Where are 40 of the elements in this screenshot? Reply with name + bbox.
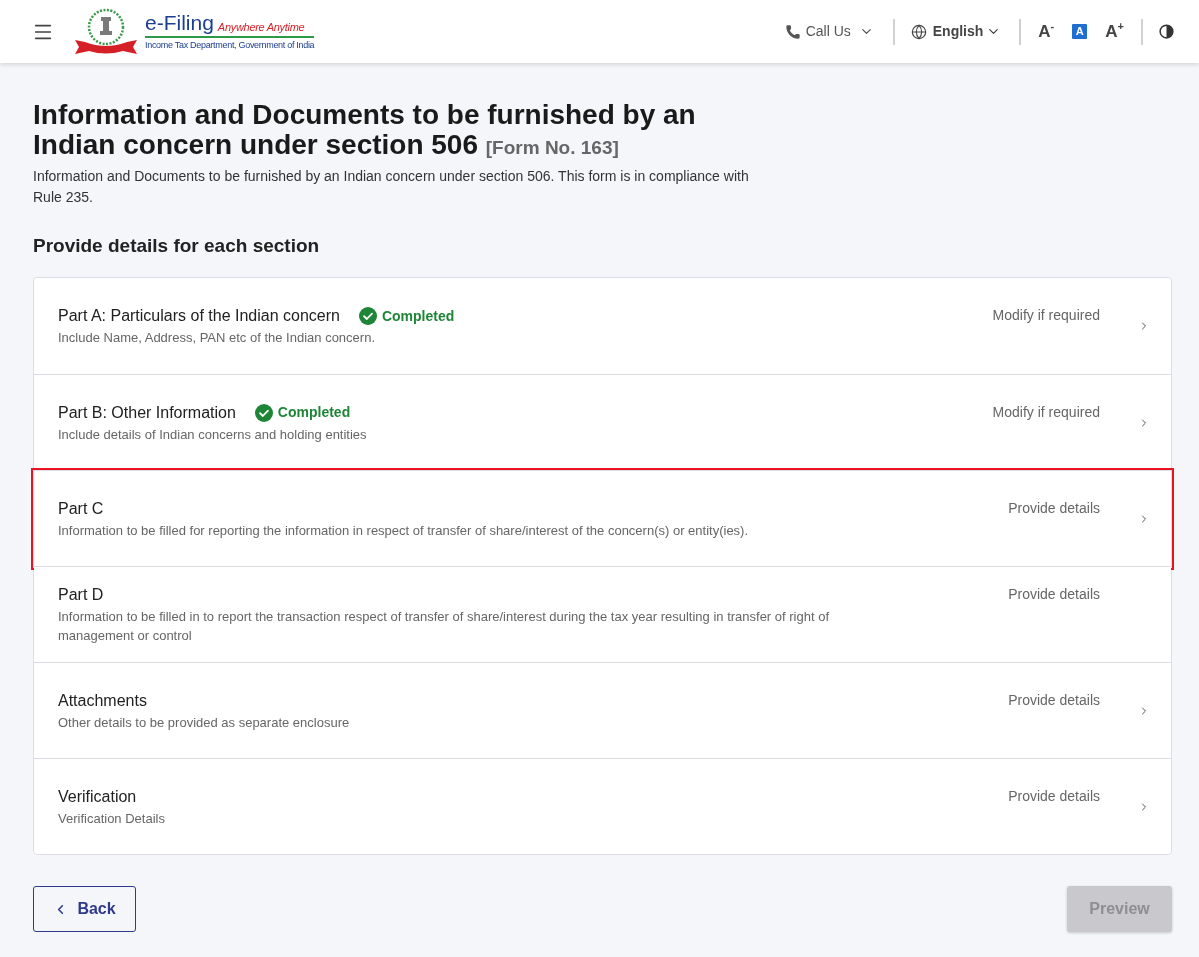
back-button[interactable]: Back (33, 886, 136, 932)
section-action-link[interactable]: Modify if required (992, 401, 1100, 422)
section-action-link[interactable]: Provide details (1008, 584, 1100, 604)
globe-icon (910, 23, 927, 40)
page-description: Information and Documents to be furnished by an Indian concern under section 506. This form is in compliance with Rule 235. (33, 167, 750, 207)
call-us-dropdown[interactable]: Call Us (784, 21, 874, 42)
status-label: Completed (381, 306, 455, 326)
logo-subtitle: Income Tax Department, Government of India (145, 39, 315, 51)
section-description: Information to be filled for reporting the information in respect of transfer of share/interest of the concern(s) or entity(ies). (58, 521, 750, 540)
section-action-link[interactable]: Provide details (1008, 497, 1100, 518)
text-size-button[interactable]: A (1072, 24, 1088, 39)
contrast-button[interactable] (1159, 24, 1174, 39)
phone-icon (784, 23, 801, 40)
logo-title: e-Filing (145, 12, 214, 34)
section-action-link[interactable]: Provide details (1008, 689, 1100, 710)
section-description: Verification Details (58, 809, 166, 828)
section-title: Attachments (58, 690, 147, 711)
contrast-icon (1159, 24, 1174, 39)
check-circle-icon (358, 307, 377, 325)
check-circle-icon (254, 403, 273, 422)
section-row[interactable]: Verification Verification Details Provide details (34, 758, 1171, 854)
section-title: Part B: Other Information (58, 402, 236, 423)
logo-tagline: Anywhere Anytime (217, 20, 305, 34)
status-label: Completed (277, 403, 351, 422)
section-title: Part C (58, 498, 104, 519)
section-title: Part D (58, 585, 104, 605)
emblem-icon (73, 8, 139, 55)
section-heading: Provide details for each section (33, 234, 321, 258)
section-description: Include Name, Address, PAN etc of the Indian concern. (58, 329, 376, 347)
section-description: Include details of Indian concerns and holding entities (58, 425, 368, 444)
section-title: Part A: Particulars of the Indian concern (58, 306, 340, 326)
section-description: Information to be filled in to report the transaction respect of transfer of share/interest during the tax year resulting in transfer of right of management or control (58, 608, 830, 645)
section-description: Other details to be provided as separate enclosure (58, 713, 351, 732)
section-title: Verification (58, 786, 137, 807)
language-dropdown[interactable]: English (910, 21, 1002, 42)
section-action-link[interactable]: Modify if required (992, 305, 1100, 325)
section-action-link[interactable]: Provide details (1008, 785, 1100, 806)
text-size-button[interactable]: A$^{+}$ (1105, 21, 1124, 42)
text-size-button[interactable]: A$^{-}$ (1038, 21, 1055, 42)
page-title: Information and Documents to be furnished by an Indian concern under section 506 [Form No. 163] (33, 100, 697, 162)
